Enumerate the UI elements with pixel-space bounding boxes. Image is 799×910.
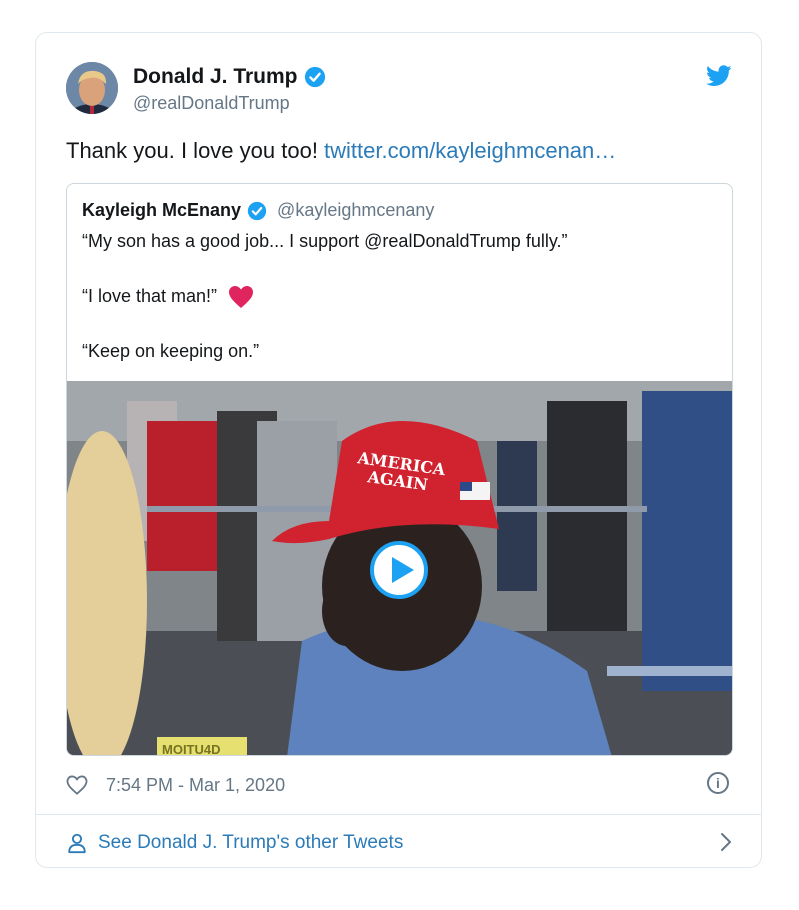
verified-badge-icon: [304, 66, 325, 88]
quoted-line-2-row: “I love that man!”: [82, 285, 254, 309]
quoted-header: Kayleigh McEnany @kayleighmcenany: [82, 200, 434, 221]
quoted-author-handle[interactable]: @kayleighmcenany: [277, 200, 434, 221]
see-more-tweets-link[interactable]: See Donald J. Trump's other Tweets: [66, 829, 733, 857]
like-heart-outline-icon[interactable]: [66, 775, 88, 795]
chevron-right-icon[interactable]: [719, 831, 733, 853]
author-name[interactable]: Donald J. Trump: [133, 65, 326, 89]
quoted-line-2: “I love that man!”: [82, 285, 218, 306]
quoted-tweet[interactable]: Kayleigh McEnany @kayleighmcenany “My so…: [66, 183, 733, 756]
quoted-line-3: “Keep on keeping on.”: [82, 341, 260, 361]
tweet-body: Thank you. I love you too!: [66, 138, 325, 163]
video-player[interactable]: AMERICA AGAIN MOITU4D: [67, 381, 732, 756]
person-icon: [68, 833, 86, 854]
author-name-text[interactable]: Donald J. Trump: [133, 65, 298, 89]
tweet-timestamp[interactable]: 7:54 PM - Mar 1, 2020: [106, 775, 285, 796]
twitter-bird-icon[interactable]: [706, 65, 732, 87]
quoted-line-1: “My son has a good job... I support @rea…: [82, 231, 568, 251]
embedded-tweet-card: Donald J. Trump @realDonaldTrump Thank y…: [35, 32, 762, 868]
info-icon[interactable]: i: [707, 772, 729, 794]
tweet-text: Thank you. I love you too! twitter.com/k…: [66, 138, 616, 164]
tweet-link[interactable]: twitter.com/kayleighmcenan…: [324, 138, 616, 163]
verified-badge-icon: [247, 201, 267, 220]
quoted-author-name[interactable]: Kayleigh McEnany: [82, 200, 241, 221]
play-icon[interactable]: [370, 541, 428, 599]
avatar[interactable]: [66, 62, 118, 114]
heart-emoji-icon: [229, 286, 254, 308]
tweet-meta: 7:54 PM - Mar 1, 2020: [66, 773, 285, 797]
avatar-image: [66, 62, 118, 114]
video-sign-text: MOITU4D: [162, 742, 221, 756]
divider: [36, 814, 761, 815]
author-handle[interactable]: @realDonaldTrump: [133, 93, 290, 114]
see-more-label[interactable]: See Donald J. Trump's other Tweets: [98, 832, 403, 854]
